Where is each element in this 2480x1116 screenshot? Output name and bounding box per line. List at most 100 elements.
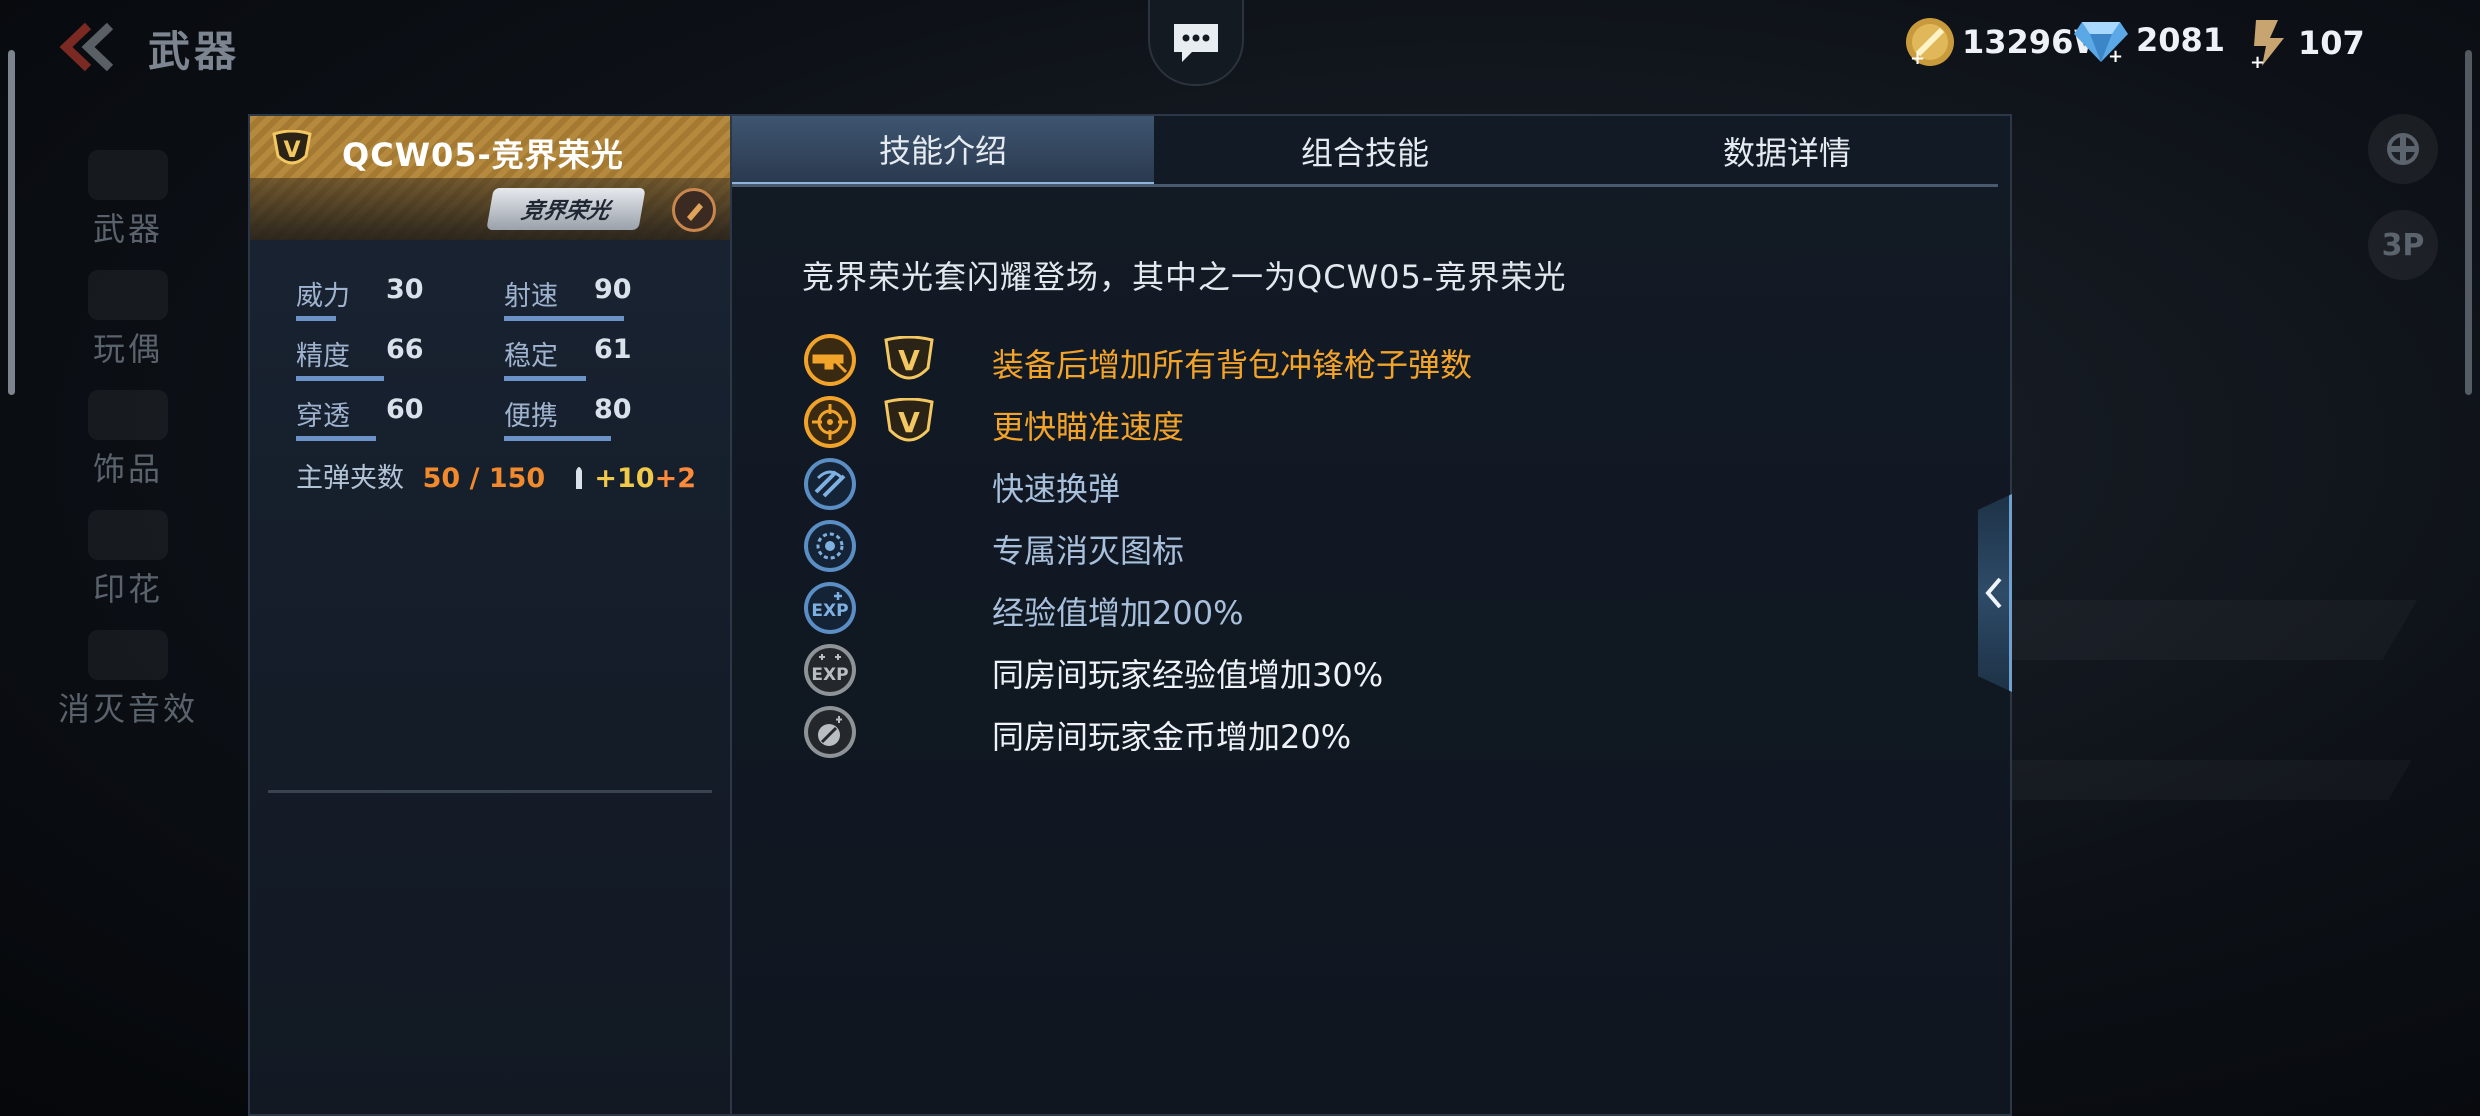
- ammo-row: 主弹夹数 50 / 150 +10+2: [296, 456, 696, 495]
- sticker-icon: [88, 510, 168, 560]
- v-rank-icon: V: [884, 336, 934, 380]
- v-rank-icon: V: [272, 130, 312, 165]
- stat-label: 精度: [296, 341, 350, 372]
- bullet-icon: [575, 467, 582, 489]
- rifle-icon: [88, 150, 168, 200]
- svg-text:V: V: [898, 406, 920, 439]
- ammo-bonus-extra: +2: [654, 463, 697, 494]
- chat-button[interactable]: [1148, 0, 1244, 86]
- series-logo: 竞界荣光: [486, 188, 646, 230]
- ammo-label: 主弹夹数: [296, 463, 404, 494]
- nav-item-label: 玩偶: [92, 330, 163, 368]
- right-edge-scrollbar[interactable]: [2465, 50, 2472, 395]
- skill-text: 同房间玩家金币增加20%: [992, 718, 1352, 756]
- stat-bar: [504, 376, 586, 381]
- v-rank-icon: V: [884, 398, 934, 442]
- ticket-currency[interactable]: + 107: [2248, 16, 2365, 70]
- accessory-icon: [88, 390, 168, 440]
- skill-text: 经验值增加200%: [992, 594, 1244, 632]
- stat-stability: 稳定 61: [504, 334, 684, 384]
- ticket-amount: 107: [2298, 24, 2365, 62]
- ammo-bonus: +10: [594, 463, 655, 494]
- camera-rotate-button[interactable]: [2368, 114, 2438, 184]
- chat-bubble-icon: [1174, 24, 1218, 62]
- stat-bar: [504, 436, 611, 441]
- chevron-left-icon: [59, 22, 114, 72]
- back-button[interactable]: [58, 20, 118, 74]
- stat-bar: [296, 316, 336, 321]
- room-gold-icon: [804, 706, 856, 758]
- skill-text: 快速换弹: [992, 470, 1121, 508]
- skill-text: 专属消灭图标: [992, 532, 1185, 570]
- stat-power: 威力 30: [296, 274, 476, 324]
- stat-label: 稳定: [504, 341, 558, 372]
- divider: [268, 790, 712, 793]
- tab-label: 技能介绍: [878, 132, 1007, 170]
- nav-item-doll[interactable]: 玩偶: [30, 260, 226, 380]
- stat-bar: [504, 316, 624, 321]
- svg-text:V: V: [898, 344, 920, 377]
- tab-skill-intro[interactable]: 技能介绍: [732, 116, 1154, 186]
- skill-row: 快速换弹: [802, 456, 1922, 516]
- smg-ammo-icon: [804, 334, 856, 386]
- svg-text:EXP: EXP: [811, 665, 848, 685]
- stat-penetration: 穿透 60: [296, 394, 476, 444]
- kill-mark-icon: [804, 520, 856, 572]
- stat-value: 61: [594, 334, 632, 365]
- skill-row: V 装备后增加所有背包冲锋枪子弹数: [802, 332, 1922, 392]
- stat-portability: 便携 80: [504, 394, 684, 444]
- stat-value: 60: [386, 394, 424, 425]
- weapon-card-header: V QCW05-竞界荣光 竞界荣光: [250, 116, 730, 240]
- stat-bar: [296, 376, 384, 381]
- skill-row: 专属消灭图标: [802, 518, 1922, 578]
- stat-value: 90: [594, 274, 632, 305]
- tab-underline: [732, 184, 1998, 187]
- svg-text:+: +: [1910, 48, 1925, 68]
- stat-label: 便携: [504, 401, 558, 432]
- svg-text:V: V: [283, 138, 300, 163]
- stat-value: 66: [386, 334, 424, 365]
- svg-text:EXP: EXP: [811, 601, 848, 621]
- stat-fire-rate: 射速 90: [504, 274, 684, 324]
- gamepad-icon: [2387, 133, 2419, 165]
- nav-item-label: 消灭音效: [57, 690, 198, 728]
- sound-icon: [88, 630, 168, 680]
- view-3p-button[interactable]: 3P: [2368, 210, 2438, 280]
- stat-value: 30: [386, 274, 424, 305]
- skill-text: 更快瞄准速度: [992, 408, 1185, 446]
- skill-row: V 更快瞄准速度: [802, 394, 1922, 454]
- reload-icon: [804, 458, 856, 510]
- svg-text:+: +: [2250, 52, 2265, 70]
- key-ticket-icon: +: [2250, 20, 2284, 70]
- stat-label: 穿透: [296, 401, 350, 432]
- category-nav: 武器 玩偶 饰品 印花 消灭音效: [30, 140, 226, 740]
- skill-description: 竞界荣光套闪耀登场，其中之一为QCW05-竞界荣光: [802, 258, 1567, 296]
- stat-accuracy: 精度 66: [296, 334, 476, 384]
- tab-combo-skills[interactable]: 组合技能: [1154, 116, 1576, 186]
- chevron-left-icon: [1984, 577, 2002, 609]
- left-edge-scrollbar[interactable]: [8, 50, 15, 395]
- diamond-amount: 2081: [2136, 21, 2226, 59]
- stat-value: 80: [594, 394, 632, 425]
- weapon-name: QCW05-竞界荣光: [342, 136, 624, 174]
- tab-label: 数据详情: [1722, 134, 1851, 172]
- nav-item-label: 印花: [92, 570, 163, 608]
- tab-data-details[interactable]: 数据详情: [1576, 116, 1998, 186]
- nav-item-label: 饰品: [92, 450, 163, 488]
- diamond-icon: +: [2074, 22, 2128, 64]
- tab-label: 组合技能: [1300, 134, 1429, 172]
- diamond-currency[interactable]: + 2081: [2072, 16, 2225, 64]
- skill-row: 同房间玩家金币增加20%: [802, 704, 1922, 764]
- nav-item-accessory[interactable]: 饰品: [30, 380, 226, 500]
- skill-panel: 技能介绍 组合技能 数据详情 竞界荣光套闪耀登场，其中之一为QCW05-竞界荣光…: [732, 114, 2012, 1116]
- skill-row: EXP 经验值增加200%: [802, 580, 1922, 640]
- nav-item-label: 武器: [92, 210, 163, 248]
- series-logo-text: 竞界荣光: [519, 199, 612, 224]
- nav-item-sticker[interactable]: 印花: [30, 500, 226, 620]
- nav-item-weapon[interactable]: 武器: [30, 140, 226, 260]
- exp-icon: EXP: [804, 582, 856, 634]
- nav-item-kill-sound[interactable]: 消灭音效: [30, 620, 226, 740]
- equip-badge[interactable]: [672, 188, 716, 232]
- collapse-tab[interactable]: [1978, 494, 2012, 692]
- tab-bar: 技能介绍 组合技能 数据详情: [732, 116, 1998, 186]
